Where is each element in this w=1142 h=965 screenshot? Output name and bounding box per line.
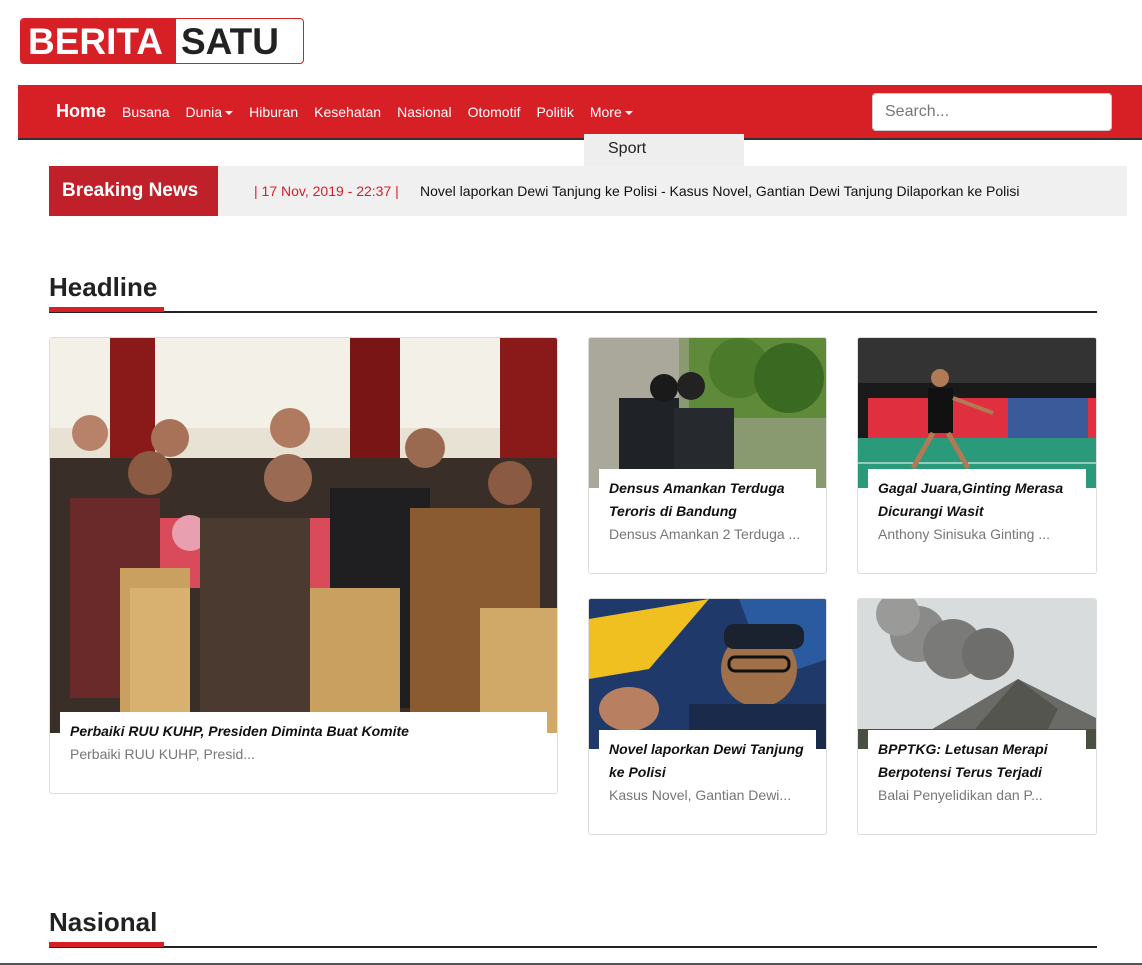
headline-card-main[interactable]: Perbaiki RUU KUHP, Presiden Diminta Buat… [49,337,558,794]
section-title-nasional: Nasional [49,907,158,937]
section-divider [49,946,1097,948]
nav-item-busana[interactable]: Busana [122,104,169,120]
nav-item-dunia-label: Dunia [185,103,223,120]
main-navbar: Home Busana Dunia Hiburan Kesehatan Nasi… [18,85,1142,140]
headline-image-densus[interactable] [589,338,826,488]
headline-card-merapi[interactable]: BPPTKG: Letusan Merapi Berpotensi Terus … [857,598,1097,835]
card-caption: Densus Amankan Terduga Teroris di Bandun… [599,469,816,554]
breaking-news-bar: Breaking News | 17 Nov, 2019 - 22:37 | N… [49,166,1127,216]
nav-item-nasional[interactable]: Nasional [397,104,451,120]
card-title[interactable]: BPPTKG: Letusan Merapi Berpotensi Terus … [878,738,1076,784]
headline-image-merapi[interactable] [858,599,1096,749]
nav-item-dunia[interactable]: Dunia [186,104,234,120]
chevron-down-icon [225,110,234,115]
card-title[interactable]: Novel laporkan Dewi Tanjung ke Polisi [609,738,806,784]
card-title[interactable]: Perbaiki RUU KUHP, Presiden Diminta Buat… [70,720,537,743]
card-title[interactable]: Densus Amankan Terduga Teroris di Bandun… [609,477,806,523]
nav-item-hiburan[interactable]: Hiburan [249,104,298,120]
card-caption: Novel laporkan Dewi Tanjung ke Polisi Ka… [599,730,816,815]
section-accent [49,307,164,312]
card-caption: Perbaiki RUU KUHP, Presiden Diminta Buat… [60,712,547,774]
headline-card-ginting[interactable]: Gagal Juara,Ginting Merasa Dicurangi Was… [857,337,1097,574]
section-divider [49,311,1097,313]
nav-item-otomotif[interactable]: Otomotif [468,104,521,120]
card-caption: BPPTKG: Letusan Merapi Berpotensi Terus … [868,730,1086,815]
section-accent [49,942,164,947]
card-excerpt: Anthony Sinisuka Ginting ... [878,526,1050,542]
breaking-news-link[interactable]: Novel laporkan Dewi Tanjung ke Polisi - … [420,183,1019,199]
search-input[interactable] [872,93,1112,131]
card-excerpt: Densus Amankan 2 Terduga ... [609,526,801,542]
logo-text-berita: BERITA [21,19,176,63]
nav-item-more-label: More [589,103,622,120]
headline-card-novel[interactable]: Novel laporkan Dewi Tanjung ke Polisi Ka… [588,598,827,835]
card-title[interactable]: Gagal Juara,Ginting Merasa Dicurangi Was… [878,477,1076,523]
card-excerpt: Balai Penyelidikan dan P... [878,787,1043,803]
chevron-down-icon [624,110,633,115]
breaking-news-date: | 17 Nov, 2019 - 22:37 | [254,183,399,199]
nav-item-kesehatan[interactable]: Kesehatan [314,104,381,120]
section-title-headline: Headline [49,272,158,302]
nav-menu: Home Busana Dunia Hiburan Kesehatan Nasi… [56,85,649,138]
nav-item-more[interactable]: More [590,104,633,120]
headline-card-densus[interactable]: Densus Amankan Terduga Teroris di Bandun… [588,337,827,574]
nav-item-politik[interactable]: Politik [536,104,573,120]
dropdown-item-sport[interactable]: Sport [608,140,646,158]
card-excerpt: Kasus Novel, Gantian Dewi... [609,787,792,803]
logo-text-satu: SATU [181,21,279,62]
nav-item-home[interactable]: Home [56,101,106,122]
breaking-news-label: Breaking News [49,166,218,216]
site-logo[interactable]: BERITA SATU [20,18,304,64]
headline-image-badminton[interactable] [858,338,1096,488]
headline-image-novel[interactable] [589,599,826,749]
card-caption: Gagal Juara,Ginting Merasa Dicurangi Was… [868,469,1086,554]
headline-image-meeting[interactable] [50,338,557,733]
card-excerpt: Perbaiki RUU KUHP, Presid... [70,746,255,762]
